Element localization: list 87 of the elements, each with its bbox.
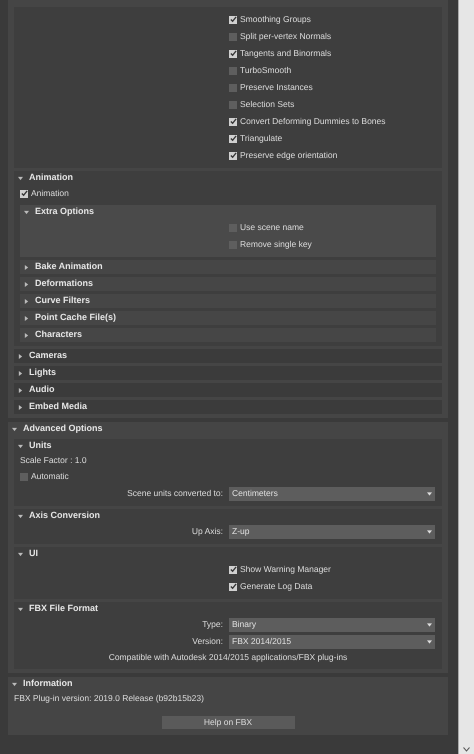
checkbox[interactable] xyxy=(20,190,28,198)
expanded-triangle-icon xyxy=(18,606,23,612)
option-label: Generate Log Data xyxy=(240,580,312,593)
caret-icon xyxy=(427,640,432,644)
help-button[interactable]: Help on FBX xyxy=(162,716,294,729)
checkmark-icon xyxy=(230,118,236,125)
info-text: FBX Plug-in version: 2019.0 Release (b92b15b23) xyxy=(14,692,204,705)
rollout-header[interactable]: UI xyxy=(14,547,442,561)
option-label: Split per-vertex Normals xyxy=(240,30,332,43)
checkmark-icon xyxy=(230,135,236,142)
rollout-header[interactable]: Deformations xyxy=(20,277,436,291)
rollout-header[interactable]: Advanced Options xyxy=(8,422,448,436)
expanded-triangle-icon xyxy=(18,552,23,556)
caret-icon xyxy=(427,530,432,534)
checkbox[interactable] xyxy=(229,32,237,40)
checkbox[interactable] xyxy=(229,100,237,108)
option-label: Selection Sets xyxy=(240,98,294,111)
checkbox[interactable] xyxy=(20,472,28,480)
collapsed-triangle-icon xyxy=(24,264,29,270)
field-label: Scene units converted to: xyxy=(126,487,224,500)
rollout-header[interactable]: Axis Conversion xyxy=(14,509,442,523)
checkmark-icon xyxy=(230,152,236,159)
rollout-header[interactable]: Lights xyxy=(14,366,442,380)
checkbox[interactable] xyxy=(229,50,237,58)
scrollbar[interactable] xyxy=(458,0,474,754)
checkmark-icon xyxy=(230,50,236,57)
rollout-header[interactable]: Embed Media xyxy=(14,400,442,414)
rollout-header[interactable]: Curve Filters xyxy=(20,294,436,308)
collapsed-triangle-icon xyxy=(24,316,29,320)
checkbox[interactable] xyxy=(229,118,237,126)
rollout-header[interactable]: Extra Options xyxy=(20,205,436,219)
option-label: Preserve edge orientation xyxy=(240,149,338,162)
option-label: Animation xyxy=(31,187,69,200)
field-label: Version: xyxy=(191,635,224,648)
collapsed-triangle-icon xyxy=(24,332,29,338)
rollout-header[interactable]: Cameras xyxy=(14,349,442,363)
checkbox[interactable] xyxy=(229,152,237,160)
checkbox[interactable] xyxy=(229,582,237,590)
option-label: Convert Deforming Dummies to Bones xyxy=(240,115,386,128)
compatibility-note: Compatible with Autodesk 2014/2015 applications/FBX plug-ins xyxy=(108,651,348,664)
collapsed-triangle-icon xyxy=(18,354,23,358)
checkmark-icon xyxy=(230,583,236,590)
collapsed-triangle-icon xyxy=(18,370,23,376)
rollout-header[interactable]: Units xyxy=(14,439,442,453)
option-label: TurboSmooth xyxy=(240,64,292,77)
collapsed-triangle-icon xyxy=(18,404,23,410)
rollout-header[interactable]: Point Cache File(s) xyxy=(20,311,436,325)
checkbox[interactable] xyxy=(229,16,237,24)
expanded-triangle-icon xyxy=(12,682,17,686)
rollout-header[interactable]: Bake Animation xyxy=(20,260,436,274)
checkmark-icon xyxy=(230,16,236,23)
collapsed-triangle-icon xyxy=(24,282,29,286)
checkmark-icon xyxy=(230,566,236,573)
option-label: Smoothing Groups xyxy=(240,13,311,26)
caret-icon xyxy=(427,492,432,496)
checkbox[interactable] xyxy=(229,84,237,92)
checkbox[interactable] xyxy=(229,566,237,574)
rollout-header[interactable]: Characters xyxy=(20,328,436,342)
rollout-header[interactable]: Audio xyxy=(14,383,442,397)
option-label: Show Warning Manager xyxy=(240,563,331,576)
rollout-header[interactable]: FBX File Format xyxy=(14,602,442,616)
dropdown[interactable]: Z-up xyxy=(229,524,435,538)
option-label: Remove single key xyxy=(240,238,312,251)
expanded-triangle-icon xyxy=(24,210,29,214)
dropdown[interactable]: Centimeters xyxy=(229,486,435,500)
caret-icon xyxy=(427,622,432,626)
expanded-triangle-icon xyxy=(18,444,23,448)
field-label: Up Axis: xyxy=(190,525,224,538)
option-label: Use scene name xyxy=(240,221,304,234)
info-text: Scale Factor : 1.0 xyxy=(20,454,87,467)
option-label: Preserve Instances xyxy=(240,81,313,94)
option-label: Automatic xyxy=(31,470,69,483)
checkmark-icon xyxy=(20,190,28,197)
dropdown[interactable]: FBX 2014/2015 xyxy=(229,634,435,648)
dropdown[interactable]: Binary xyxy=(229,618,435,632)
rollout-header[interactable]: Information xyxy=(8,677,448,691)
expanded-triangle-icon xyxy=(12,426,17,432)
collapsed-triangle-icon xyxy=(24,298,29,304)
expanded-triangle-icon xyxy=(18,514,23,518)
rollout-header[interactable]: Animation xyxy=(14,171,442,185)
option-label: Triangulate xyxy=(240,132,282,145)
checkbox[interactable] xyxy=(229,134,237,142)
expanded-triangle-icon xyxy=(18,176,23,180)
checkbox[interactable] xyxy=(229,66,237,74)
collapsed-triangle-icon xyxy=(18,388,23,392)
option-label: Tangents and Binormals xyxy=(240,47,332,60)
field-label: Type: xyxy=(201,618,224,631)
